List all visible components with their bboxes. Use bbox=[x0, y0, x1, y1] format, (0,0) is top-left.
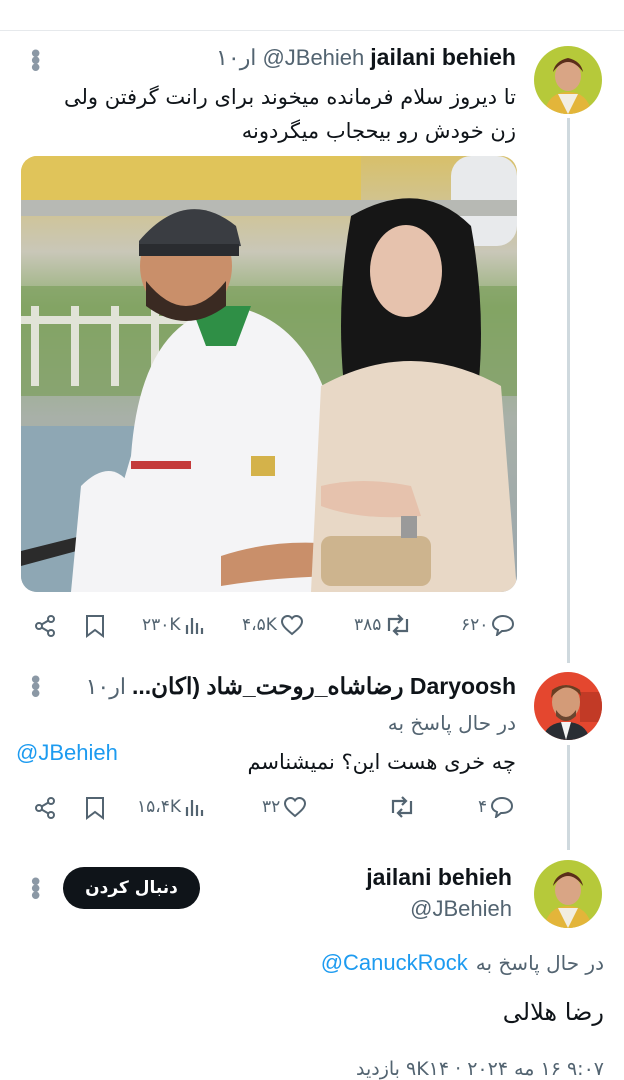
avatar-jailani[interactable] bbox=[534, 46, 602, 114]
retweet-button[interactable]: ۳۸۵ bbox=[354, 614, 412, 636]
tweet1-actions: ۲۳۰K ۴،۵K ۳۸۵ ۶۲۰ bbox=[0, 604, 624, 644]
retweet-icon bbox=[391, 796, 413, 818]
tweet2-views-count: ۱۵،۴K bbox=[137, 797, 182, 817]
bookmark-button[interactable] bbox=[84, 796, 106, 820]
tweet1-text: تا دیروز سلام فرمانده میخوند برای رانت گ… bbox=[16, 80, 516, 148]
tweet2-likes-count: ۳۲ bbox=[262, 797, 281, 817]
like-button[interactable]: ۳۲ bbox=[262, 796, 307, 818]
share-icon bbox=[35, 615, 55, 637]
tweet1-header: ۱۰ار @JBehieh jailani behieh bbox=[216, 44, 516, 71]
more-icon[interactable]: • • • bbox=[28, 42, 43, 82]
tweet2-replying-prefix: در حال پاسخ به bbox=[387, 711, 516, 735]
avatar-daryoosh[interactable] bbox=[534, 672, 602, 740]
reply-icon bbox=[491, 796, 514, 818]
reply-button[interactable]: ۶۲۰ bbox=[461, 614, 515, 636]
bookmark-icon bbox=[86, 615, 104, 638]
more-icon[interactable]: • • • bbox=[28, 668, 43, 708]
tweet1-likes-count: ۴،۵K bbox=[242, 615, 277, 635]
thread-line-1 bbox=[567, 118, 570, 663]
views-button[interactable]: ۲۳۰K bbox=[142, 614, 206, 636]
like-icon bbox=[284, 796, 307, 818]
follow-button[interactable]: دنبال کردن bbox=[63, 867, 200, 909]
reply-icon bbox=[492, 614, 515, 636]
bookmark-button[interactable] bbox=[84, 614, 106, 638]
tweet3-handle[interactable]: @JBehieh bbox=[410, 896, 512, 922]
tweet1-retweets-count: ۳۸۵ bbox=[354, 615, 382, 635]
tweet1-replies-count: ۶۲۰ bbox=[461, 615, 489, 635]
tweet2-text: چه خری هست این؟ نمیشناسم bbox=[247, 750, 516, 774]
tweet1-time: ۱۰ار bbox=[216, 45, 257, 70]
tweet2-header: ۱۰ار ...رضاشاه_روحت_شاد (اکان Daryoosh bbox=[86, 673, 516, 700]
tweet2-actions: ۱۵،۴K ۳۲ ۴ bbox=[0, 786, 624, 826]
tweet1-text-line1: تا دیروز سلام فرمانده میخوند برای رانت گ… bbox=[64, 85, 516, 109]
more-icon[interactable]: • • • bbox=[28, 870, 43, 910]
tweet3-replying-line: در حال پاسخ به @CanuckRock bbox=[321, 950, 604, 976]
views-icon bbox=[185, 800, 204, 816]
tweet1-author-name[interactable]: jailani behieh bbox=[370, 44, 516, 71]
retweet-icon bbox=[388, 614, 409, 636]
like-icon bbox=[280, 614, 303, 636]
like-button[interactable]: ۴،۵K bbox=[242, 614, 304, 636]
views-button[interactable]: ۱۵،۴K bbox=[137, 796, 206, 818]
avatar-jailani[interactable] bbox=[534, 860, 602, 928]
tweet3-text: رضا هلالی bbox=[502, 998, 604, 1026]
tweet1-photo[interactable] bbox=[21, 156, 517, 592]
tweet2-replies-count: ۴ bbox=[478, 797, 488, 817]
tweet3-author-name[interactable]: jailani behieh bbox=[366, 864, 512, 891]
reply-button[interactable]: ۴ bbox=[478, 796, 514, 818]
tweet3-replying-to[interactable]: @CanuckRock bbox=[321, 950, 468, 976]
tweet1-views-count: ۲۳۰K bbox=[142, 615, 181, 635]
share-button[interactable] bbox=[33, 614, 57, 638]
tweet2-time: ۱۰ار bbox=[85, 674, 126, 699]
tweet1-text-line2: زن خودش رو بیحجاب میگردونه bbox=[241, 119, 516, 143]
top-divider bbox=[0, 30, 624, 31]
tweet1-handle[interactable]: @JBehieh bbox=[262, 45, 364, 71]
tweet2-author-name[interactable]: ...رضاشاه_روحت_شاد (اکان Daryoosh bbox=[132, 673, 516, 700]
tweet3-meta: ۹:۰۷ ۱۶ مه ۲۰۲۴ · ۹K۱۴ بازدید bbox=[356, 1058, 604, 1080]
bookmark-icon bbox=[86, 797, 104, 820]
share-icon bbox=[35, 797, 55, 819]
share-button[interactable] bbox=[33, 796, 57, 820]
retweet-button[interactable] bbox=[385, 796, 416, 818]
views-icon bbox=[185, 618, 203, 634]
tweet3-replying-prefix: در حال پاسخ به bbox=[475, 951, 604, 975]
